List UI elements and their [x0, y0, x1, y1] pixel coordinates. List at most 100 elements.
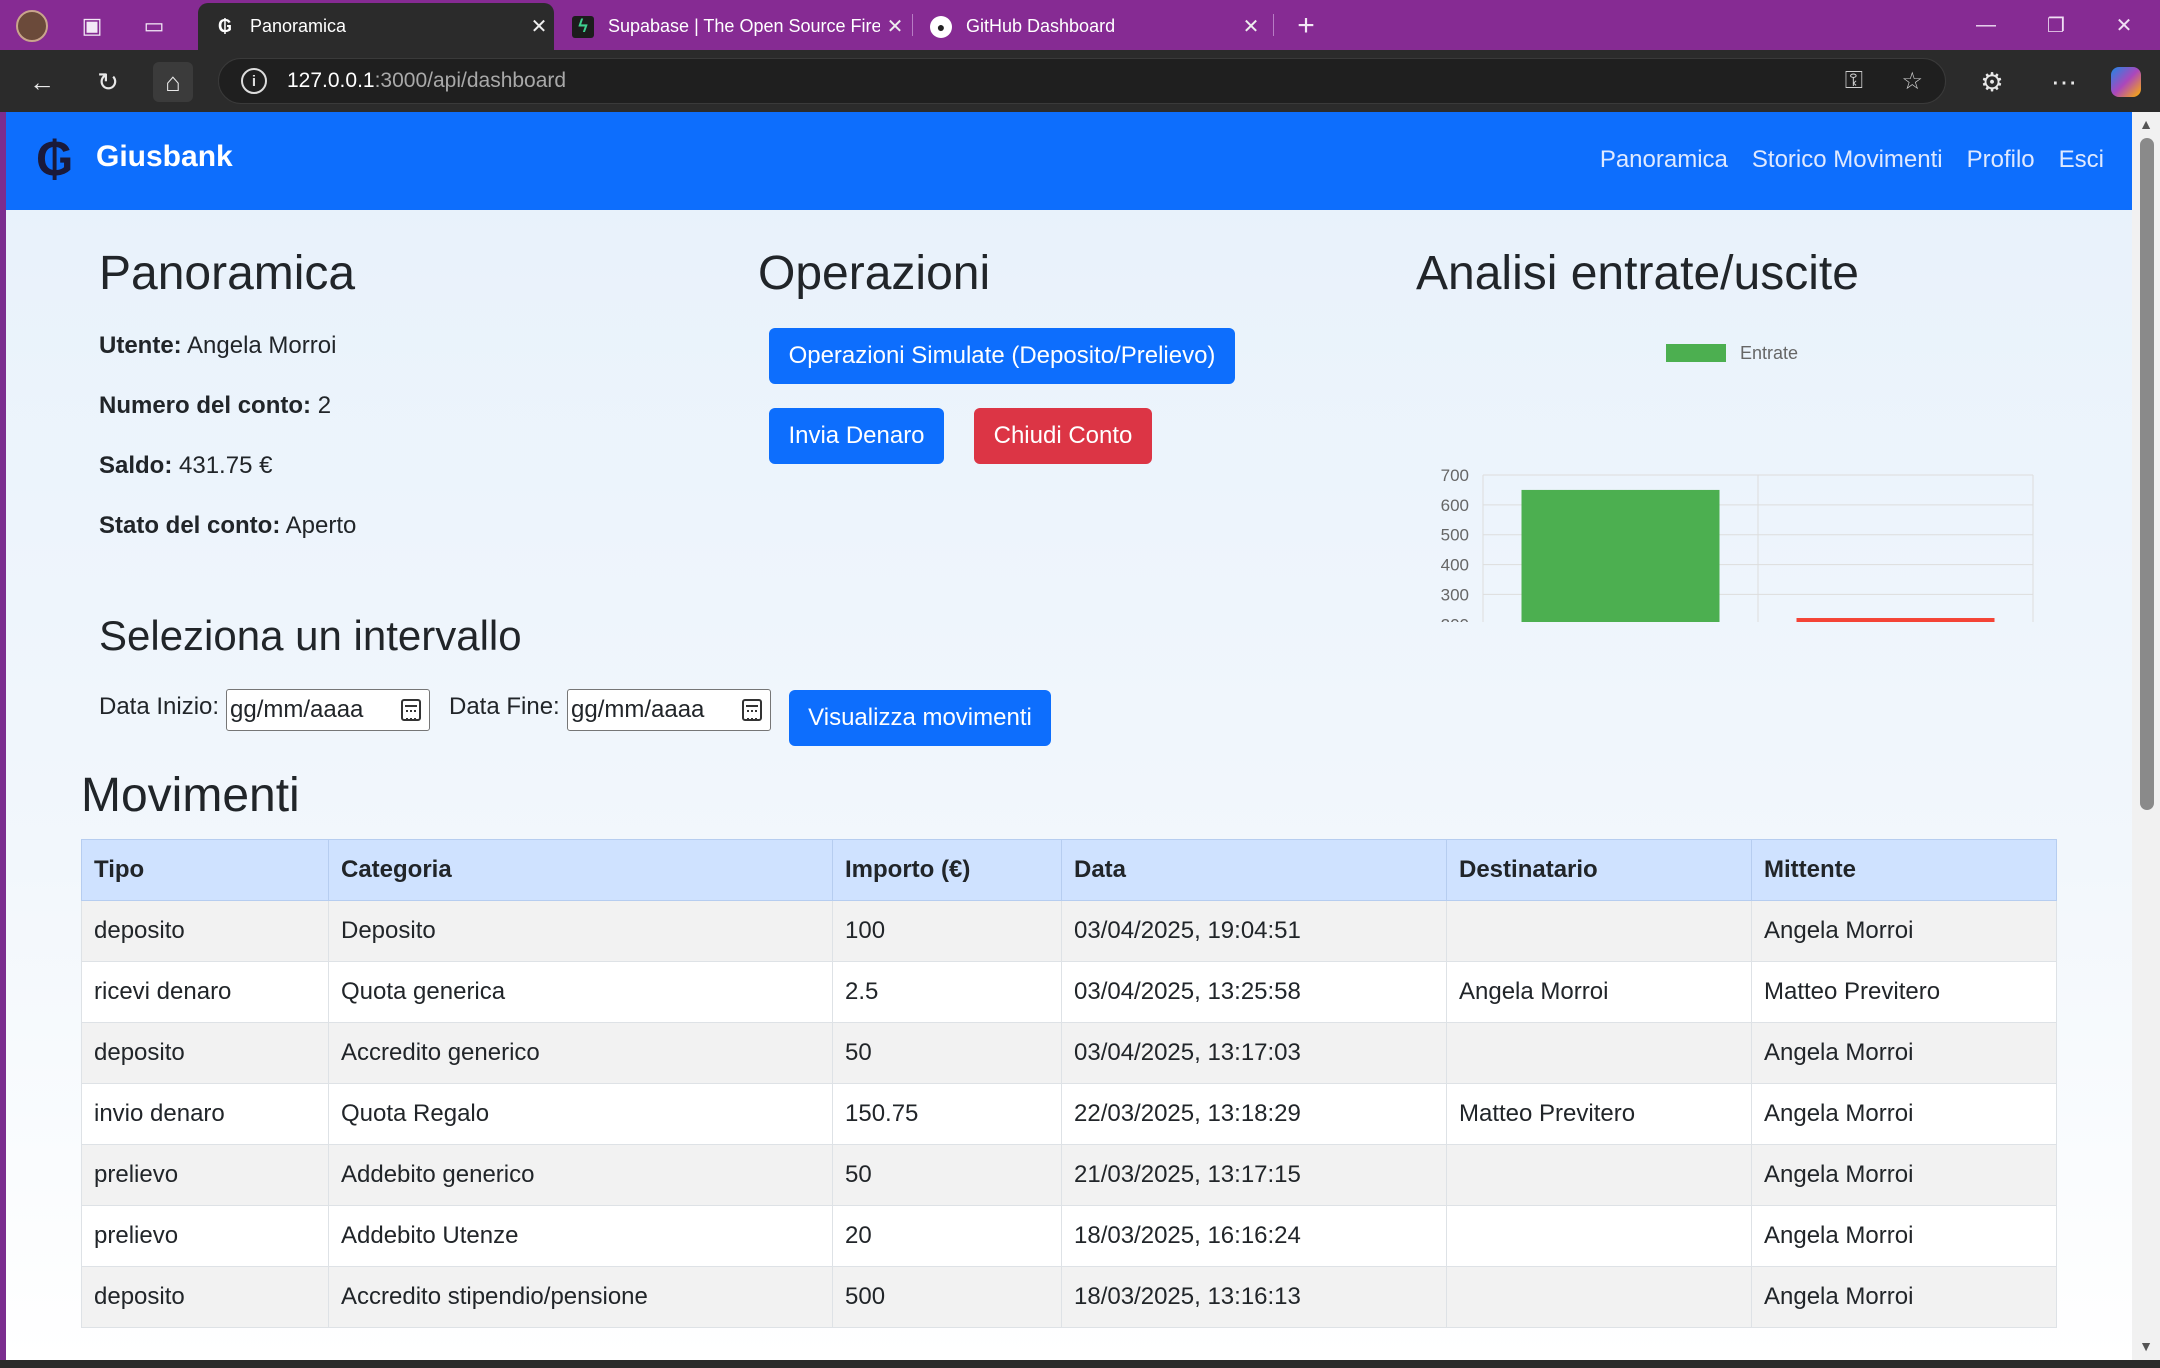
- table-cell: ricevi denaro: [81, 961, 329, 1023]
- reload-icon[interactable]: ↻: [88, 62, 128, 102]
- tab-separator: [912, 14, 913, 36]
- calendar-icon[interactable]: [401, 699, 421, 721]
- more-menu-icon[interactable]: ⋯: [2044, 62, 2084, 102]
- tab-actions-icon[interactable]: ▭: [136, 8, 172, 44]
- favorite-star-icon[interactable]: ☆: [1901, 67, 1923, 96]
- table-cell: 2.5: [832, 961, 1062, 1023]
- tab-title: Supabase | The Open Source Fire: [608, 16, 880, 36]
- workspaces-icon[interactable]: ▣: [74, 8, 110, 44]
- tab-panoramica[interactable]: ₲ Panoramica ✕: [198, 3, 554, 50]
- tab-separator: [1273, 14, 1274, 36]
- table-cell: deposito: [81, 1022, 329, 1084]
- chart-y-tick-label: 400: [1441, 556, 1469, 575]
- scroll-thumb[interactable]: [2140, 138, 2154, 810]
- table-cell: Angela Morroi: [1446, 961, 1752, 1023]
- overview-title: Panoramica: [99, 247, 356, 300]
- end-date-input[interactable]: gg/mm/aaaa: [567, 689, 771, 731]
- table-cell: Angela Morroi: [1751, 1083, 2057, 1145]
- scroll-down-icon[interactable]: ▼: [2138, 1338, 2154, 1354]
- tab-supabase[interactable]: ϟ Supabase | The Open Source Fire ✕: [556, 3, 910, 50]
- account-status-info: Stato del conto: Aperto: [99, 512, 357, 539]
- supabase-favicon-icon: ϟ: [572, 15, 594, 38]
- table-cell: Angela Morroi: [1751, 1022, 2057, 1084]
- table-cell: 18/03/2025, 13:16:13: [1061, 1266, 1447, 1328]
- balance-info: Saldo: 431.75 €: [99, 452, 273, 479]
- user-info: Utente: Angela Morroi: [99, 332, 337, 359]
- back-icon[interactable]: ←: [22, 62, 62, 102]
- table-header-row: Tipo Categoria Importo (€) Data Destinat…: [81, 839, 2057, 901]
- table-cell: 21/03/2025, 13:17:15: [1061, 1144, 1447, 1206]
- table-cell: 03/04/2025, 13:25:58: [1061, 961, 1447, 1023]
- simulated-operations-button[interactable]: Operazioni Simulate (Deposito/Prelievo): [769, 328, 1235, 384]
- app-navbar: ₲ Giusbank Panoramica Storico Movimenti …: [6, 112, 2132, 210]
- page-scrollbar[interactable]: ▲ ▼: [2132, 112, 2160, 1360]
- tab-github[interactable]: ● GitHub Dashboard ✕: [914, 3, 1266, 50]
- close-account-button[interactable]: Chiudi Conto: [974, 408, 1152, 464]
- table-cell: prelievo: [81, 1205, 329, 1267]
- tab-title: GitHub Dashboard: [966, 16, 1116, 36]
- table-cell: 100: [832, 900, 1062, 962]
- restore-icon[interactable]: ❐: [2032, 8, 2080, 42]
- nav-link-profilo[interactable]: Profilo: [1967, 146, 2035, 174]
- minimize-icon[interactable]: —: [1962, 8, 2010, 42]
- chart-y-tick-label: 500: [1441, 526, 1469, 545]
- table-cell: [1446, 1266, 1752, 1328]
- start-date-input[interactable]: gg/mm/aaaa: [226, 689, 430, 731]
- close-window-icon[interactable]: ✕: [2100, 8, 2148, 42]
- table-cell: Matteo Previtero: [1751, 961, 2057, 1023]
- table-cell: 50: [832, 1144, 1062, 1206]
- table-cell: deposito: [81, 1266, 329, 1328]
- col-importo: Importo (€): [832, 839, 1062, 901]
- close-tab-icon[interactable]: ✕: [880, 14, 910, 39]
- app-nav-links: Panoramica Storico Movimenti Profilo Esc…: [1600, 146, 2104, 174]
- nav-link-esci[interactable]: Esci: [2059, 146, 2104, 174]
- view-movements-button[interactable]: Visualizza movimenti: [789, 690, 1051, 746]
- table-cell: 03/04/2025, 13:17:03: [1061, 1022, 1447, 1084]
- table-row: prelievo Addebito generico 50 21/03/2025, 1…: [81, 1144, 2057, 1206]
- table-cell: 500: [832, 1266, 1062, 1328]
- table-cell: [1446, 900, 1752, 962]
- table-cell: Angela Morroi: [1751, 1266, 2057, 1328]
- start-date-label: Data Inizio:: [99, 693, 220, 720]
- scroll-up-icon[interactable]: ▲: [2138, 116, 2154, 132]
- profile-avatar-icon[interactable]: [14, 8, 50, 44]
- address-bar[interactable]: i 127.0.0.1:3000/api/dashboard ⚿ ☆: [218, 58, 1946, 104]
- password-key-icon[interactable]: ⚿: [1845, 67, 1863, 95]
- table-cell: Matteo Previtero: [1446, 1083, 1752, 1145]
- nav-link-panoramica[interactable]: Panoramica: [1600, 146, 1728, 174]
- calendar-icon[interactable]: [742, 699, 762, 721]
- table-cell: 22/03/2025, 13:18:29: [1061, 1083, 1447, 1145]
- analysis-title: Analisi entrate/uscite: [1416, 247, 1859, 300]
- movements-table: Tipo Categoria Importo (€) Data Destinat…: [81, 839, 2057, 1328]
- close-tab-icon[interactable]: ✕: [1236, 14, 1266, 39]
- page-viewport: ₲ Giusbank Panoramica Storico Movimenti …: [6, 112, 2132, 1360]
- table-cell: Accredito stipendio/pensione: [328, 1266, 833, 1328]
- send-money-button[interactable]: Invia Denaro: [769, 408, 944, 464]
- start-date-placeholder: gg/mm/aaaa: [230, 696, 364, 723]
- chart-legend-label: Entrate: [1740, 343, 1798, 363]
- nav-link-storico-movimenti[interactable]: Storico Movimenti: [1752, 146, 1943, 174]
- brand-name[interactable]: Giusbank: [96, 140, 233, 174]
- table-cell: [1446, 1144, 1752, 1206]
- table-cell: Angela Morroi: [1751, 900, 2057, 962]
- close-tab-icon[interactable]: ✕: [524, 14, 554, 39]
- movements-title: Movimenti: [81, 769, 300, 822]
- tab-title: Panoramica: [250, 16, 347, 36]
- table-cell: 150.75: [832, 1083, 1062, 1145]
- copilot-icon[interactable]: [2106, 62, 2146, 102]
- col-data: Data: [1061, 839, 1447, 901]
- col-mittente: Mittente: [1751, 839, 2057, 901]
- table-cell: Deposito: [328, 900, 833, 962]
- chart-y-tick-label: 200: [1441, 615, 1469, 622]
- chart-y-tick-label: 700: [1441, 466, 1469, 485]
- end-date-label: Data Fine:: [449, 693, 560, 720]
- home-icon[interactable]: ⌂: [153, 62, 193, 102]
- new-tab-icon[interactable]: +: [1288, 8, 1324, 44]
- table-row: deposito Accredito generico 50 03/04/2025, …: [81, 1022, 2057, 1084]
- table-cell: deposito: [81, 900, 329, 962]
- site-info-icon[interactable]: i: [241, 68, 267, 94]
- extensions-icon[interactable]: ⚙: [1972, 62, 2012, 102]
- table-cell: 03/04/2025, 19:04:51: [1061, 900, 1447, 962]
- giusbank-logo-icon[interactable]: ₲: [36, 134, 76, 186]
- table-cell: Quota Regalo: [328, 1083, 833, 1145]
